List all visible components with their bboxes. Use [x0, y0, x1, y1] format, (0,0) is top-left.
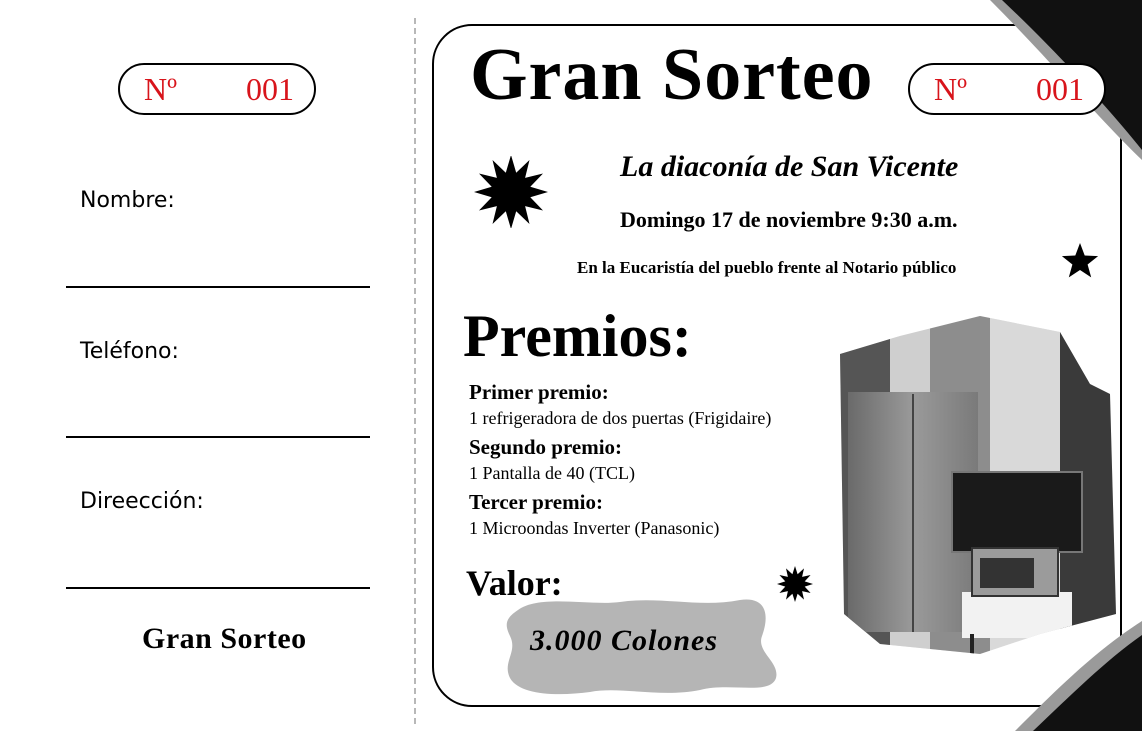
stub-line-phone[interactable] [66, 436, 370, 438]
prize-3-heading: Tercer premio: [469, 490, 603, 514]
prize-1-description: 1 refrigeradora de dos puertas (Frigidai… [469, 408, 772, 428]
prize-3-description: 1 Microondas Inverter (Panasonic) [469, 518, 720, 538]
prize-1-heading: Primer premio: [469, 380, 609, 404]
stub-line-address[interactable] [66, 587, 370, 589]
prizes-photo [840, 316, 1116, 654]
star-icon [1061, 243, 1099, 278]
ticket-number-value: 001 [1036, 70, 1084, 107]
stub-line-name[interactable] [66, 286, 370, 288]
event-organizer: La diaconía de San Vicente [620, 150, 959, 183]
perforation-line [414, 18, 416, 724]
prize-2-description: 1 Pantalla de 40 (TCL) [469, 463, 635, 483]
ticket-title: Gran Sorteo [470, 34, 874, 116]
stub-number-prefix: Nº [144, 70, 178, 107]
ticket-number-badge: Nº 001 [908, 63, 1106, 115]
price-value: 3.000 Colones [530, 624, 719, 657]
event-venue: En la Eucaristía del pueblo frente al No… [577, 258, 957, 277]
stub-label-name: Nombre: [80, 188, 175, 213]
stub-label-address: Direección: [80, 489, 204, 514]
stub-label-phone: Teléfono: [80, 339, 179, 364]
prize-2-heading: Segundo premio: [469, 435, 623, 459]
event-date: Domingo 17 de noviembre 9:30 a.m. [620, 207, 958, 232]
ticket-number-prefix: Nº [934, 70, 968, 107]
star-burst-icon [474, 156, 548, 228]
stub-number-badge: Nº 001 [118, 63, 316, 115]
prizes-title: Premios: [463, 303, 692, 369]
stub-footer-title: Gran Sorteo [142, 622, 307, 655]
stub-number-value: 001 [246, 70, 294, 107]
